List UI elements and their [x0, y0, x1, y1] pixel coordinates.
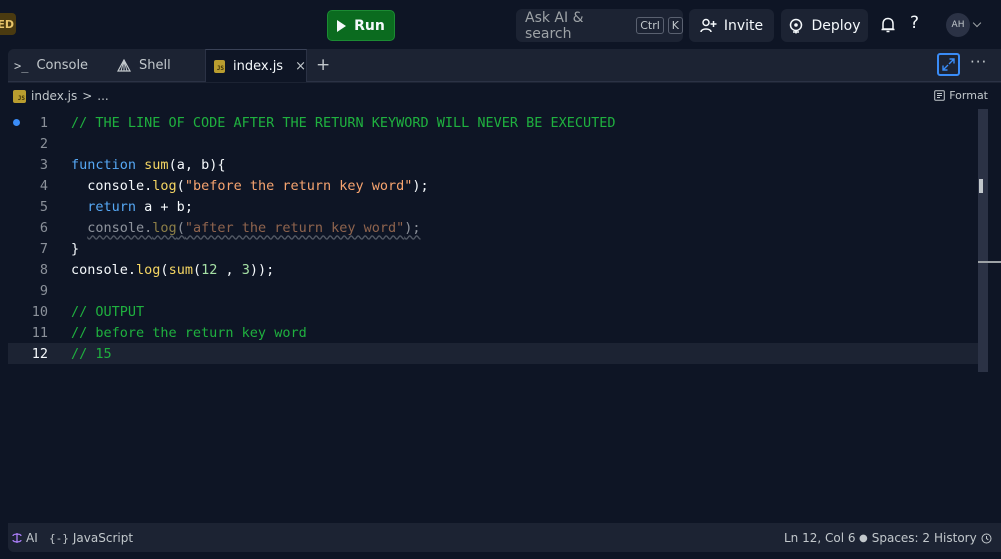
tab-label: Shell [139, 58, 171, 73]
search-input[interactable]: Ask AI & search Ctrl K [516, 9, 683, 42]
ai-button[interactable]: AI [12, 531, 38, 545]
line-number: 12 [31, 345, 48, 362]
js-file-icon: JS [13, 89, 26, 103]
breadcrumb-more[interactable]: ... [97, 89, 108, 103]
shell-icon [117, 58, 131, 72]
maximize-arrows-icon [942, 58, 955, 71]
indentation-selector[interactable]: ● Spaces: 2 [859, 531, 930, 545]
overview-ruler-marker [978, 261, 1001, 263]
vertical-scrollbar[interactable] [978, 109, 988, 372]
tab-index-js[interactable]: JS index.js × [205, 49, 307, 82]
tab-label: Console [36, 58, 89, 73]
add-tab-button[interactable]: + [316, 55, 330, 75]
code-text: console.log("before the return key word"… [71, 177, 429, 194]
code-line[interactable]: 9 [8, 280, 978, 301]
cursor-position-label: Ln 12, Col 6 [784, 531, 856, 545]
line-number: 7 [39, 240, 48, 257]
code-line-current[interactable]: 12 // 15 [8, 343, 978, 364]
code-line[interactable]: 3 function sum(a, b){ [8, 154, 978, 175]
scrollbar-thumb[interactable] [979, 179, 983, 193]
code-line[interactable]: 5 return a + b; [8, 196, 978, 217]
code-line[interactable]: 7 } [8, 238, 978, 259]
language-label: JavaScript [72, 531, 134, 545]
workspace-badge[interactable]: ED [0, 13, 16, 35]
tab-console[interactable]: >_ Console [8, 49, 108, 82]
code-line[interactable]: 11 // before the return key word [8, 322, 978, 343]
history-label: History [934, 531, 977, 545]
format-label: Format [949, 89, 988, 102]
invite-button[interactable]: Invite [689, 9, 774, 42]
terminal-prompt-icon: >_ [14, 58, 29, 73]
breadcrumb-separator: > [82, 89, 93, 103]
run-button[interactable]: Run [327, 10, 395, 41]
status-bar: AI {-} JavaScript Ln 12, Col 6 ● Spaces:… [8, 523, 1001, 552]
code-editor[interactable]: 1 // THE LINE OF CODE AFTER THE RETURN K… [8, 109, 1001, 523]
bell-icon[interactable] [878, 15, 898, 35]
close-icon[interactable]: × [295, 59, 306, 74]
code-text: console.log("after the return key word")… [87, 219, 421, 236]
line-number: 8 [39, 261, 48, 278]
search-label: Ask AI & search [525, 9, 584, 42]
line-number: 3 [39, 156, 48, 173]
code-text: console.log(sum(12 , 3)); [71, 261, 275, 278]
help-icon[interactable]: ? [910, 13, 919, 33]
shortcut-ctrl: Ctrl [636, 17, 664, 34]
chevron-down-icon[interactable] [972, 18, 982, 28]
js-file-icon: JS [214, 59, 225, 73]
more-options-icon[interactable]: ··· [970, 53, 987, 71]
avatar[interactable]: AH [946, 13, 970, 37]
line-number: 2 [39, 135, 48, 152]
add-user-icon [700, 18, 717, 33]
code-text: // OUTPUT [71, 303, 145, 320]
top-bar: ED Run Ask AI & search Ctrl K Invite Dep… [0, 0, 1001, 50]
line-number: 6 [39, 219, 48, 236]
history-button[interactable]: History [934, 531, 992, 545]
shortcut-k: K [667, 17, 683, 34]
play-icon [337, 19, 347, 32]
line-number: 11 [31, 324, 48, 341]
code-line[interactable]: 1 // THE LINE OF CODE AFTER THE RETURN K… [8, 112, 978, 133]
line-number: 9 [39, 282, 48, 299]
expand-icon[interactable] [937, 53, 960, 76]
code-line[interactable]: 10 // OUTPUT [8, 301, 978, 322]
deploy-label: Deploy [811, 17, 861, 34]
cursor-position[interactable]: Ln 12, Col 6 [784, 531, 856, 545]
breadcrumb: JS index.js > ... [8, 83, 1001, 109]
bullet-icon: ● [859, 532, 868, 544]
code-text: // 15 [71, 345, 112, 362]
line-number: 4 [39, 177, 48, 194]
code-text: // THE LINE OF CODE AFTER THE RETURN KEY… [71, 114, 616, 131]
tab-bar: >_ Console Shell JS index.js × + ··· [8, 49, 1001, 82]
code-line[interactable]: 4 console.log("before the return key wor… [8, 175, 978, 196]
spaces-label: Spaces: 2 [871, 531, 931, 545]
tab-shell[interactable]: Shell [108, 49, 205, 82]
code-line[interactable]: 2 [8, 133, 978, 154]
editor-pane: >_ Console Shell JS index.js × + ··· JS … [8, 49, 1001, 552]
line-number: 10 [31, 303, 48, 320]
invite-label: Invite [723, 17, 764, 34]
deploy-button[interactable]: Deploy [781, 9, 868, 42]
code-line[interactable]: 6 console.log("after the return key word… [8, 217, 978, 238]
code-text: return a + b; [87, 198, 193, 215]
ai-icon [12, 533, 22, 543]
code-text: function sum(a, b){ [71, 156, 226, 173]
code-text: } [71, 240, 80, 257]
run-label: Run [354, 17, 385, 34]
breadcrumb-file[interactable]: index.js [31, 89, 77, 103]
deploy-icon [790, 18, 803, 33]
code-text: // before the return key word [71, 324, 307, 341]
code-line[interactable]: 8 console.log(sum(12 , 3)); [8, 259, 978, 280]
format-icon [934, 90, 946, 101]
modified-dot-icon [13, 119, 20, 126]
line-number: 5 [39, 198, 48, 215]
braces-icon: {-} [49, 531, 69, 545]
history-icon [981, 533, 992, 543]
format-button[interactable]: Format [934, 89, 988, 102]
ai-label: AI [26, 531, 38, 545]
tab-label: index.js [233, 58, 284, 74]
language-selector[interactable]: {-} JavaScript [49, 531, 133, 545]
